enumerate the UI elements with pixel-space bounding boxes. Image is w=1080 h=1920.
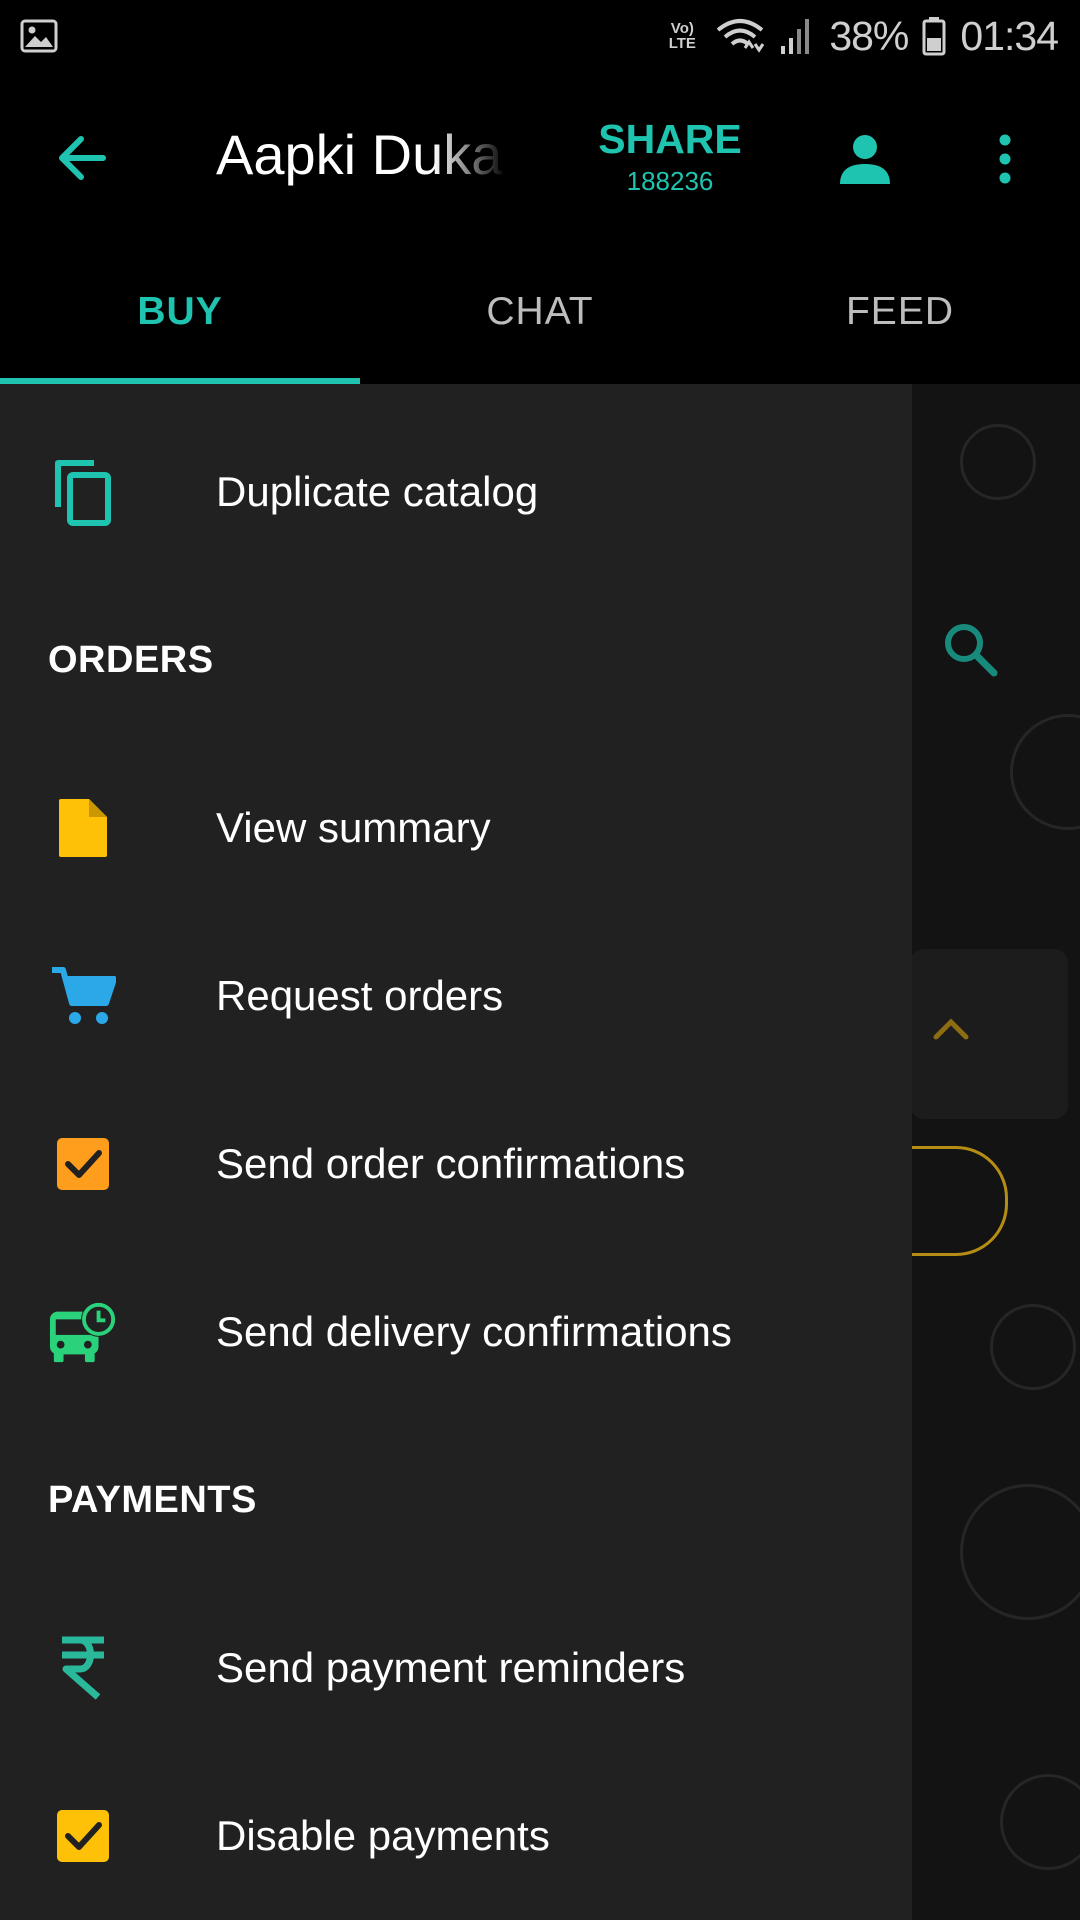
tab-bar: BUY CHAT FEED	[0, 240, 1080, 384]
menu-label: View summary	[216, 804, 491, 851]
document-icon	[48, 793, 118, 863]
tab-chat[interactable]: CHAT	[360, 240, 720, 384]
profile-button[interactable]	[830, 124, 900, 194]
menu-item-disable-payments[interactable]: Disable payments	[0, 1761, 912, 1911]
section-header-payments: PAYMENTS	[48, 1479, 257, 1521]
checkbox-icon	[48, 1129, 118, 1199]
menu-item-request-orders[interactable]: Request orders	[0, 921, 912, 1071]
menu-item-send-order-confirmations[interactable]: Send order confirmations	[0, 1089, 912, 1239]
rupee-icon	[48, 1633, 118, 1703]
gallery-notification-icon	[20, 19, 58, 53]
page-title: Aapki Dukaan	[216, 123, 506, 186]
background-doodle	[1010, 714, 1080, 830]
checkbox-icon	[48, 1801, 118, 1871]
menu-label: Send delivery confirmations	[216, 1308, 732, 1355]
wifi-icon	[717, 19, 765, 53]
back-button[interactable]	[50, 127, 112, 189]
battery-percent: 38%	[829, 12, 909, 59]
more-vertical-icon	[999, 134, 1011, 184]
tab-feed[interactable]: FEED	[720, 240, 1080, 384]
menu-label: Send payment reminders	[216, 1644, 686, 1691]
menu-item-send-delivery-confirmations[interactable]: Send delivery confirmations	[0, 1257, 912, 1407]
background-doodle	[990, 1304, 1076, 1390]
arrow-left-icon	[59, 136, 106, 180]
share-button[interactable]: SHARE 188236	[590, 117, 750, 197]
tab-feed-label: FEED	[845, 290, 954, 333]
copy-icon	[48, 457, 118, 527]
search-icon	[945, 624, 998, 677]
share-label: SHARE	[598, 116, 742, 162]
clock: 01:34	[960, 12, 1059, 59]
bus-clock-icon	[48, 1297, 118, 1367]
section-header-orders: ORDERS	[48, 639, 214, 681]
menu-item-duplicate-catalog[interactable]: Duplicate catalog	[0, 417, 912, 567]
background-doodle	[960, 1484, 1080, 1620]
volte-indicator: Vo) LTE	[668, 20, 696, 52]
menu-label: Request orders	[216, 972, 504, 1019]
tab-buy[interactable]: BUY	[0, 240, 360, 384]
cart-icon	[48, 961, 118, 1031]
person-icon	[840, 135, 890, 184]
chevron-up-icon	[933, 1018, 969, 1040]
status-bar: Vo) LTE 38% 01:34	[0, 0, 1080, 72]
share-count: 188236	[626, 166, 714, 196]
tab-chat-label: CHAT	[486, 290, 594, 333]
menu-label: Duplicate catalog	[216, 468, 539, 515]
menu-label: Disable payments	[216, 1812, 550, 1859]
menu-item-send-payment-reminders[interactable]: Send payment reminders	[0, 1593, 912, 1743]
more-options-button[interactable]	[985, 124, 1025, 194]
menu-label: Send order confirmations	[216, 1140, 686, 1187]
navigation-drawer: Duplicate catalog ORDERS View summary Re…	[0, 384, 912, 1920]
signal-icon	[781, 19, 810, 54]
background-doodle	[960, 424, 1036, 500]
tab-buy-label: BUY	[137, 290, 223, 333]
menu-item-view-summary[interactable]: View summary	[0, 753, 912, 903]
background-doodle	[1000, 1774, 1080, 1870]
battery-icon	[922, 17, 946, 56]
app-bar: Aapki Dukaan SHARE 188236	[0, 72, 1080, 240]
